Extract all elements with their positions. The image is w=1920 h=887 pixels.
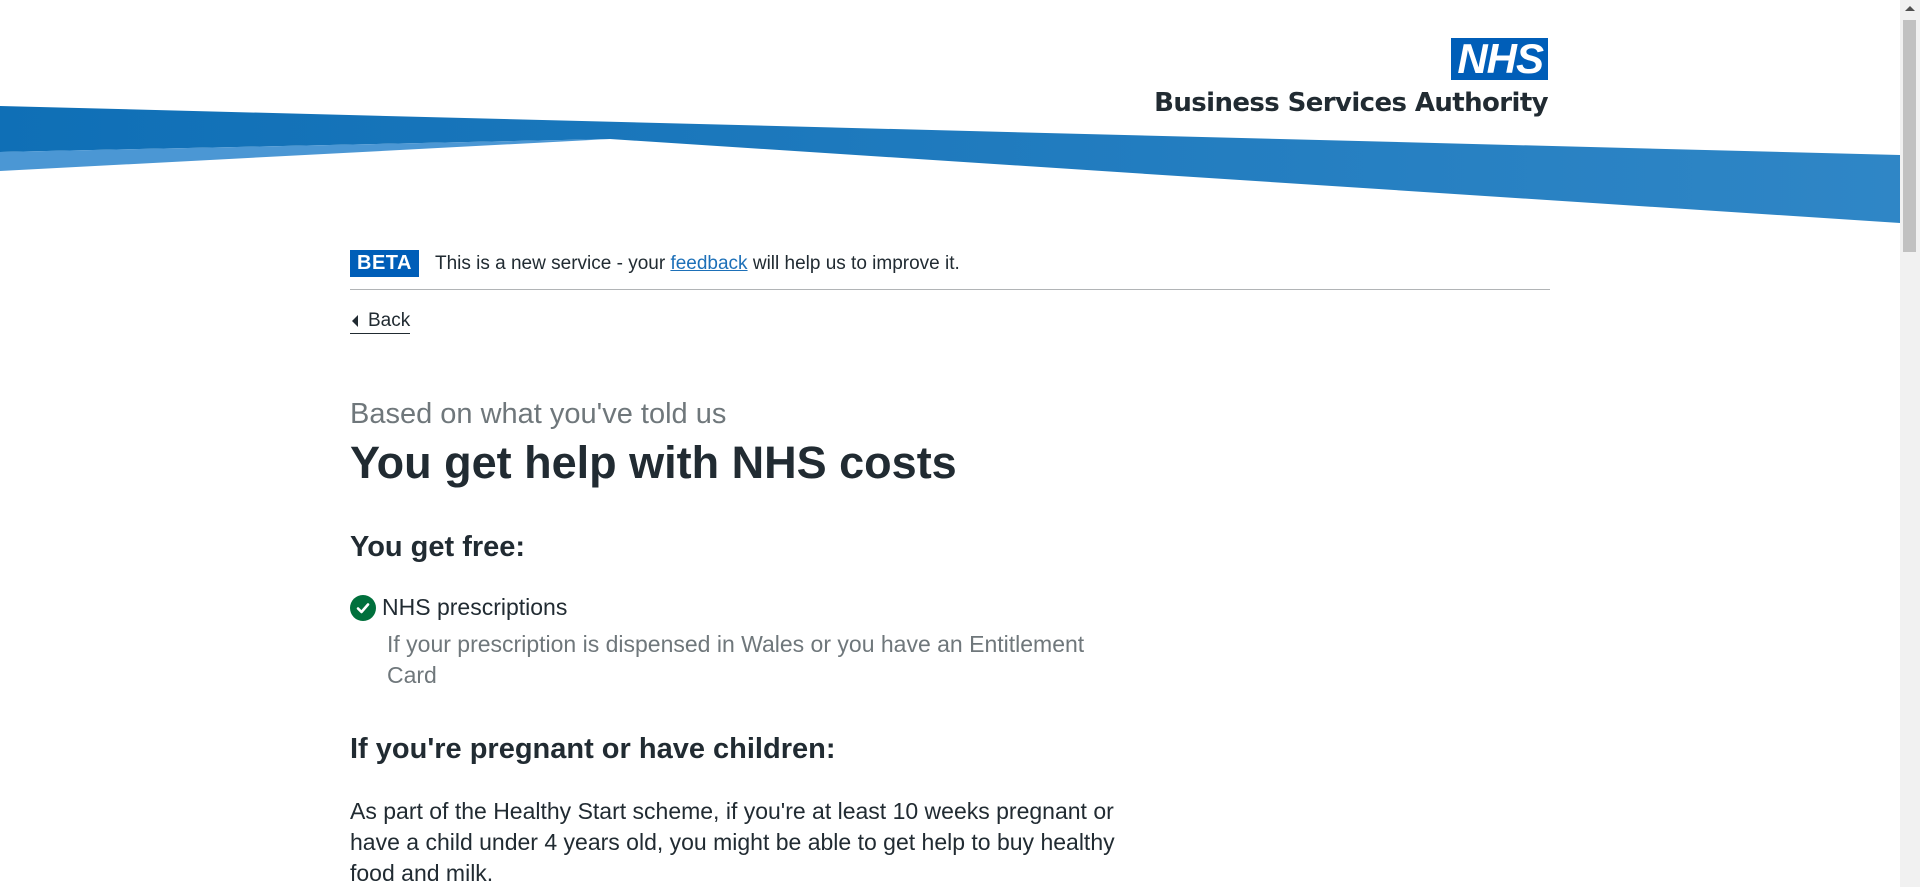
beta-text-before: This is a new service - your	[434, 252, 671, 274]
org-name: Business Services Authority	[1154, 88, 1548, 118]
back-link[interactable]: Back	[350, 310, 411, 334]
beta-banner: BETA This is a new service - your feedba…	[350, 250, 1550, 290]
vertical-scrollbar[interactable]	[1900, 0, 1920, 887]
free-heading: You get free:	[350, 531, 526, 563]
pregnant-heading: If you're pregnant or have children:	[350, 733, 836, 765]
benefit-hint: If your prescription is dispensed in Wal…	[387, 631, 1085, 688]
beta-message: This is a new service - your feedback wi…	[435, 253, 960, 275]
benefit-item: NHS prescriptions	[350, 594, 1550, 621]
scrollbar-thumb[interactable]	[1903, 20, 1916, 252]
check-circle-icon	[350, 594, 376, 621]
main-content: BETA This is a new service - your feedba…	[350, 250, 1550, 887]
benefit-label: NHS prescriptions	[382, 594, 568, 620]
healthy-start-text: As part of the Healthy Start scheme, if …	[350, 798, 1115, 886]
beta-tag: BETA	[350, 250, 419, 277]
page-viewport: NHS Business Services Authority BETA Thi…	[0, 0, 1900, 887]
beta-text-after: will help us to improve it.	[747, 252, 960, 274]
back-label: Back	[368, 310, 411, 331]
chevron-left-icon	[352, 315, 358, 327]
nhsbsa-logo[interactable]: NHS Business Services Authority	[1154, 38, 1548, 119]
scroll-up-arrow-icon[interactable]	[1905, 6, 1915, 11]
page-title: You get help with NHS costs	[350, 437, 957, 488]
nhs-logo-mark: NHS	[1451, 38, 1548, 80]
header-swoosh	[0, 106, 1900, 223]
feedback-link[interactable]: feedback	[670, 253, 747, 274]
page-caption: Based on what you've told us	[350, 398, 727, 430]
